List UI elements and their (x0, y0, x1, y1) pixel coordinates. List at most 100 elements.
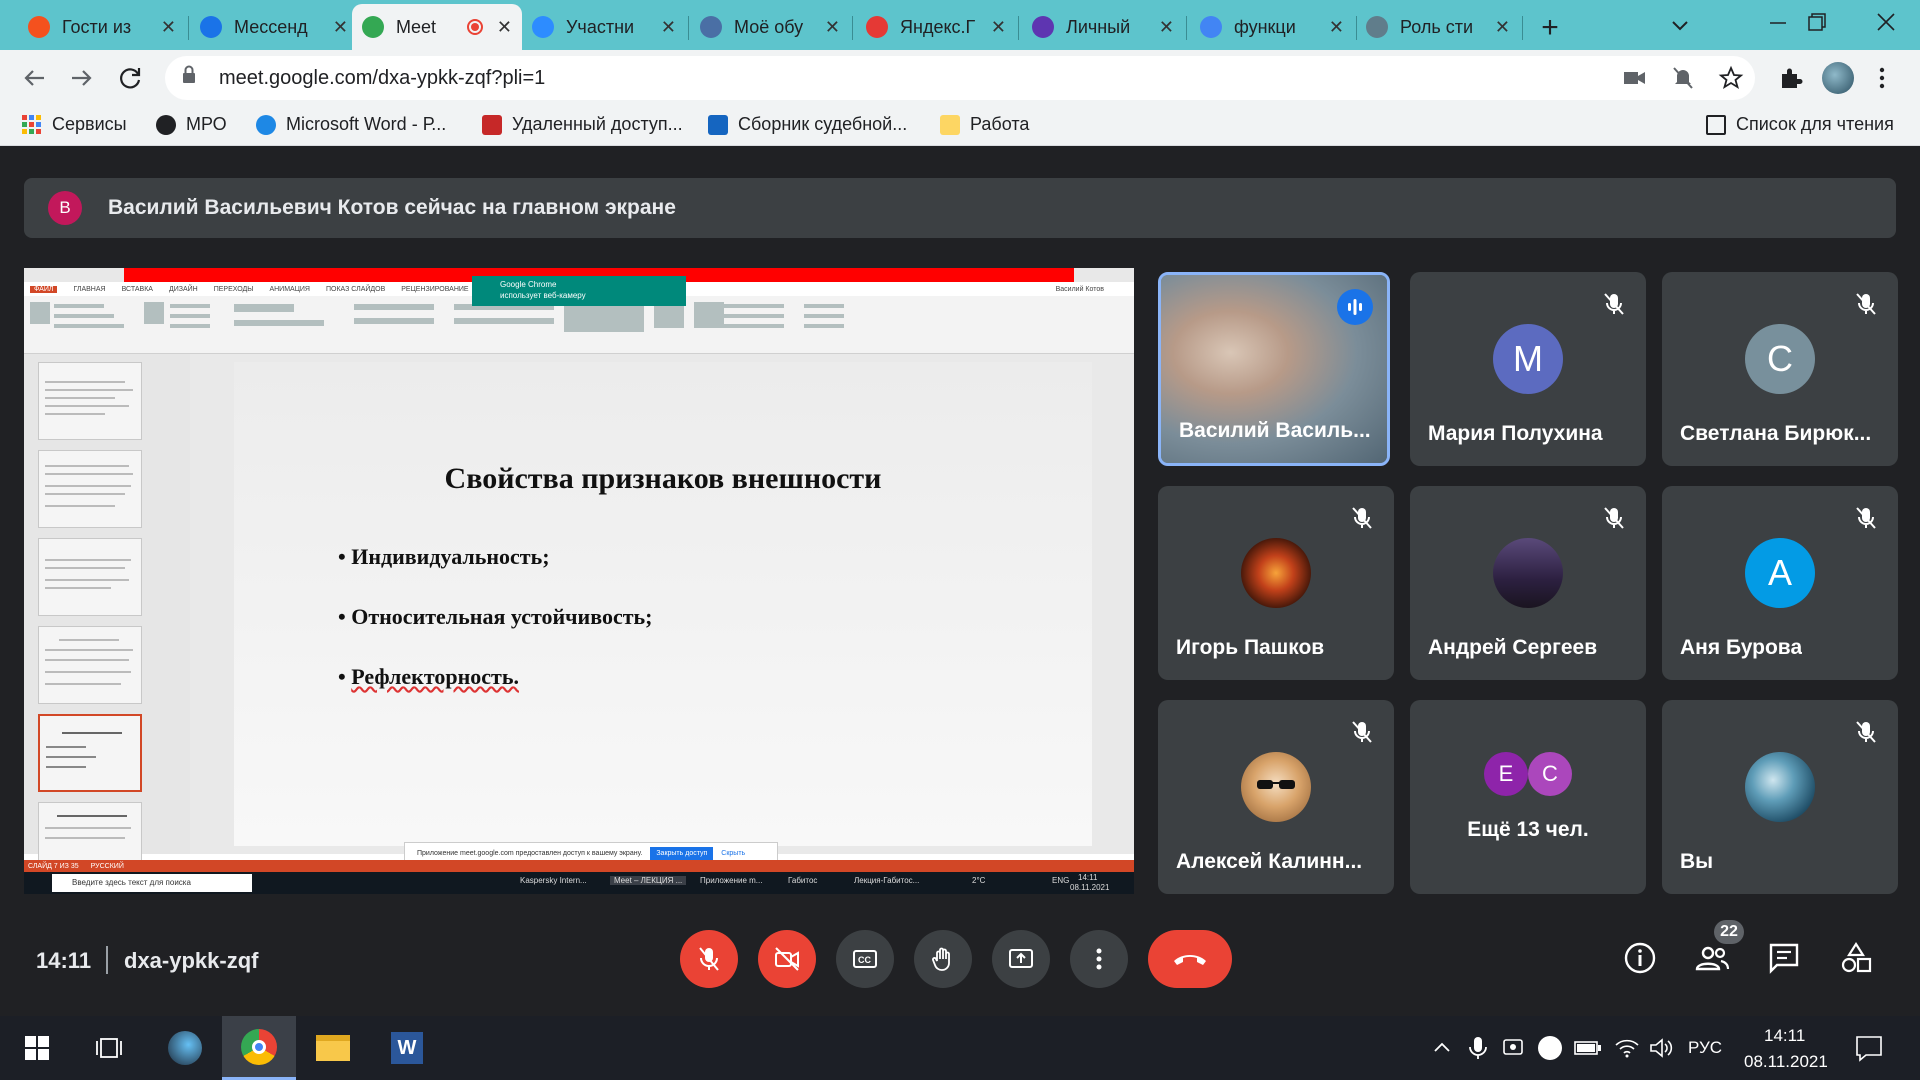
tab-search-icon[interactable] (1665, 10, 1695, 40)
keyboard-language[interactable]: РУС (1688, 1038, 1722, 1058)
forward-icon[interactable] (66, 62, 98, 94)
inner-taskbar-item: Kaspersky Intern... (520, 876, 587, 885)
presenter-banner: В Василий Васильевич Котов сейчас на гла… (24, 178, 1896, 238)
clock-time[interactable]: 14:11 (1764, 1026, 1805, 1046)
reading-list[interactable]: Список для чтения (1706, 114, 1894, 135)
slide-thumbnail[interactable] (38, 538, 142, 616)
present-screen-button[interactable] (992, 930, 1050, 988)
tab-close-icon[interactable]: ✕ (1159, 17, 1174, 38)
tab-title: Яндекс.Г (900, 16, 976, 37)
participant-tile[interactable]: С Светлана Бирюк... (1662, 272, 1898, 466)
wifi-icon[interactable] (1614, 1036, 1640, 1060)
more-participants-tile[interactable]: Е С Ещё 13 чел. (1410, 700, 1646, 894)
participant-tile[interactable]: Игорь Пашков (1158, 486, 1394, 680)
participant-tile[interactable]: Василий Василь... (1158, 272, 1390, 466)
reload-icon[interactable] (114, 62, 146, 94)
camera-tray-icon[interactable] (1500, 1036, 1526, 1060)
participant-name: Алексей Калинн... (1176, 850, 1363, 873)
participant-tile[interactable]: Алексей Калинн... (1158, 700, 1394, 894)
leave-call-button[interactable] (1148, 930, 1232, 988)
activities-button[interactable] (1836, 938, 1876, 978)
tab-title: Гости из (62, 16, 132, 37)
tab-close-icon[interactable]: ✕ (1495, 17, 1510, 38)
hide-button[interactable]: Скрыть (721, 850, 745, 857)
camera-toggle-button[interactable] (758, 930, 816, 988)
bookmark-word[interactable]: Microsoft Word - Р... (256, 114, 446, 135)
start-button[interactable] (0, 1016, 74, 1080)
raise-hand-button[interactable] (914, 930, 972, 988)
notifications-blocked-icon[interactable] (1668, 64, 1698, 92)
stop-sharing-button[interactable]: Закрыть доступ (650, 846, 714, 860)
reading-list-icon (1706, 114, 1726, 135)
taskbar-steam[interactable] (148, 1016, 222, 1080)
tab-favicon-icon (200, 16, 222, 38)
shared-screen[interactable]: ФАЙЛ ГЛАВНАЯ ВСТАВКА ДИЗАЙН ПЕРЕХОДЫ АНИ… (24, 268, 1134, 894)
mic-toggle-button[interactable] (680, 930, 738, 988)
camera-icon[interactable] (1620, 64, 1650, 92)
meeting-details-button[interactable] (1620, 938, 1660, 978)
participant-tile[interactable]: М Мария Полухина (1410, 272, 1646, 466)
webcam-notification[interactable]: Google Chrome использует веб-камеру (472, 276, 686, 306)
browser-tab[interactable]: Гости из ✕ (18, 6, 186, 48)
tab-separator (852, 16, 853, 40)
slide-thumbnail-active[interactable] (38, 714, 142, 792)
bookmark-remote-access[interactable]: Удаленный доступ... (482, 114, 683, 135)
bookmark-court-collection[interactable]: Сборник судебной... (708, 114, 907, 135)
taskbar-chrome[interactable] (222, 1016, 296, 1080)
participant-name: Игорь Пашков (1176, 636, 1325, 659)
notification-center-icon[interactable] (1854, 1034, 1884, 1062)
inner-search-box: Введите здесь текст для поиска (52, 874, 252, 892)
browser-tab[interactable]: Личный ✕ (1022, 6, 1184, 48)
tray-chevron-icon[interactable] (1430, 1036, 1454, 1060)
menu-kebab-icon[interactable] (1870, 62, 1894, 94)
browser-tab[interactable]: Роль сти ✕ (1356, 6, 1520, 48)
browser-tab[interactable]: Моё обу ✕ (690, 6, 850, 48)
address-bar[interactable]: meet.google.com/dxa-ypkk-zqf?pli=1 (165, 56, 1755, 100)
slide-thumbnail[interactable] (38, 362, 142, 440)
people-button[interactable] (1692, 938, 1732, 978)
more-options-button[interactable] (1070, 930, 1128, 988)
bookmark-folder-work[interactable]: Работа (940, 114, 1029, 135)
tab-close-icon[interactable]: ✕ (333, 17, 348, 38)
self-tile[interactable]: Вы (1662, 700, 1898, 894)
tab-close-icon[interactable]: ✕ (497, 17, 512, 38)
back-icon[interactable] (18, 62, 50, 94)
captions-button[interactable]: CC (836, 930, 894, 988)
divider (106, 946, 108, 974)
chat-button[interactable] (1764, 938, 1804, 978)
slide-thumbnail[interactable] (38, 450, 142, 528)
minimize-icon[interactable] (1758, 8, 1798, 38)
microphone-tray-icon[interactable] (1466, 1034, 1490, 1062)
task-view-button[interactable] (72, 1016, 146, 1080)
bookmark-services[interactable]: Сервисы (22, 114, 127, 135)
profile-avatar[interactable] (1822, 62, 1854, 94)
browser-tab[interactable]: Участни ✕ (522, 6, 686, 48)
tab-close-icon[interactable]: ✕ (991, 17, 1006, 38)
tab-close-icon[interactable]: ✕ (1329, 17, 1344, 38)
taskbar-explorer[interactable] (296, 1016, 370, 1080)
bookmark-star-icon[interactable] (1716, 64, 1746, 92)
close-window-icon[interactable] (1866, 6, 1906, 40)
page-icon (482, 114, 502, 135)
taskbar-word[interactable]: W (370, 1016, 444, 1080)
tab-close-icon[interactable]: ✕ (825, 17, 840, 38)
tab-close-icon[interactable]: ✕ (161, 17, 176, 38)
browser-tab[interactable]: Мессенд ✕ (190, 6, 358, 48)
clock-date[interactable]: 08.11.2021 (1744, 1052, 1828, 1072)
edge-icon (256, 114, 276, 135)
slide-thumbnail[interactable] (38, 626, 142, 704)
current-slide[interactable]: Свойства признаков внешности • Индивидуа… (234, 362, 1092, 846)
participant-tile[interactable]: Андрей Сергеев (1410, 486, 1646, 680)
extensions-icon[interactable] (1776, 64, 1806, 92)
battery-icon[interactable] (1574, 1040, 1602, 1056)
participant-tile[interactable]: А Аня Бурова (1662, 486, 1898, 680)
steam-tray-icon[interactable] (1538, 1036, 1562, 1060)
restore-icon[interactable] (1796, 8, 1836, 38)
browser-tab[interactable]: функци ✕ (1190, 6, 1354, 48)
tab-close-icon[interactable]: ✕ (661, 17, 676, 38)
new-tab-button[interactable]: + (1530, 8, 1570, 48)
browser-tab[interactable]: Яндекс.Г ✕ (856, 6, 1016, 48)
volume-icon[interactable] (1648, 1036, 1674, 1060)
browser-tab[interactable]: Meet ✕ (352, 4, 522, 50)
bookmark-mro[interactable]: МРО (156, 114, 227, 135)
